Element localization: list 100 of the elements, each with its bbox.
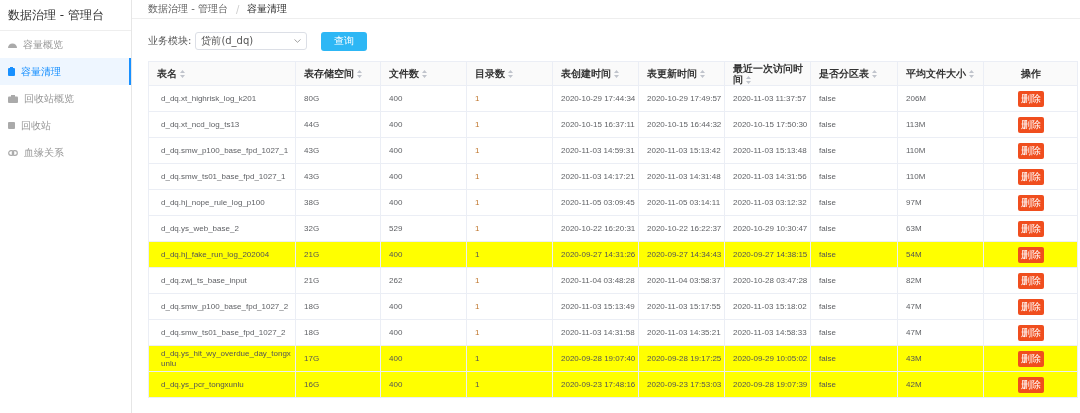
table-cell: 2020-10-29 10:30:47 — [724, 215, 811, 242]
table-cell: 2020-11-03 14:35:21 — [638, 319, 725, 346]
table-cell: 400 — [380, 111, 467, 138]
delete-button[interactable]: 删除 — [1017, 168, 1044, 185]
sort-icon[interactable] — [700, 70, 705, 78]
column-header[interactable]: 表创建时间 — [552, 61, 639, 86]
table-cell: 32G — [295, 215, 381, 242]
table-cell: 2020-09-23 17:48:16 — [552, 371, 639, 398]
table-cell: false — [810, 319, 898, 346]
delete-button[interactable]: 删除 — [1017, 272, 1044, 289]
table-cell: 2020-11-03 15:13:42 — [638, 137, 725, 164]
nav-item[interactable]: 血缘关系 — [0, 139, 131, 166]
table-cell: 1 — [466, 137, 553, 164]
table-cell: 43G — [295, 137, 381, 164]
table-cell: 18G — [295, 293, 381, 320]
table-cell: d_dq.zwj_ts_base_input — [148, 267, 296, 294]
table-cell: 1 — [466, 319, 553, 346]
table-cell: 113M — [897, 111, 984, 138]
column-header[interactable]: 表更新时间 — [638, 61, 725, 86]
nav-item[interactable]: 回收站 — [0, 112, 131, 139]
table-cell: false — [810, 345, 898, 372]
breadcrumb-item[interactable]: 数据治理 - 管理台 — [148, 2, 228, 16]
table-cell: 1 — [466, 111, 553, 138]
table-cell: 1 — [466, 293, 553, 320]
table-cell: 400 — [380, 293, 467, 320]
sort-icon[interactable] — [746, 75, 751, 84]
table-cell: 2020-09-23 17:53:03 — [638, 371, 725, 398]
table-cell: false — [810, 371, 898, 398]
app-title: 数据治理 - 管理台 — [0, 0, 131, 31]
delete-button[interactable]: 删除 — [1017, 142, 1044, 159]
table-cell: 2020-11-03 15:18:02 — [724, 293, 811, 320]
delete-button[interactable]: 删除 — [1017, 350, 1044, 367]
sort-icon[interactable] — [357, 70, 362, 78]
nav-item[interactable]: 容量概览 — [0, 31, 131, 58]
sort-icon[interactable] — [872, 70, 877, 78]
table-cell: 2020-09-27 14:34:43 — [638, 241, 725, 268]
sort-icon[interactable] — [969, 70, 974, 78]
column-header[interactable]: 文件数 — [380, 61, 467, 86]
table-cell: false — [810, 111, 898, 138]
table-cell: 47M — [897, 293, 984, 320]
delete-button[interactable]: 删除 — [1017, 298, 1044, 315]
delete-button[interactable]: 删除 — [1017, 116, 1044, 133]
nav-item[interactable]: 容量清理 — [0, 58, 131, 85]
table-cell: 2020-10-29 17:44:34 — [552, 85, 639, 112]
table-cell: 529 — [380, 215, 467, 242]
table-cell: 262 — [380, 267, 467, 294]
table-cell: 1 — [466, 85, 553, 112]
sort-icon[interactable] — [614, 70, 619, 78]
table-cell: false — [810, 267, 898, 294]
module-select[interactable]: 贷前(d_dq) — [195, 32, 308, 50]
table-cell: false — [810, 137, 898, 164]
delete-button[interactable]: 删除 — [1017, 376, 1044, 393]
link-icon — [8, 149, 18, 156]
table-cell: d_dq.smw_p100_base_fpd_1027_1 — [148, 137, 296, 164]
table-cell: 2020-10-29 17:49:57 — [638, 85, 725, 112]
query-button[interactable]: 查询 — [321, 31, 368, 51]
table-cell: 63M — [897, 215, 984, 242]
column-header[interactable]: 最近一次访问时间 — [724, 61, 811, 86]
sort-icon[interactable] — [422, 70, 427, 78]
table-cell: 1 — [466, 215, 553, 242]
column-header[interactable]: 平均文件大小 — [897, 61, 984, 86]
table-cell: 2020-11-03 15:13:48 — [724, 137, 811, 164]
column-header[interactable]: 是否分区表 — [810, 61, 898, 86]
delete-button[interactable]: 删除 — [1017, 194, 1044, 211]
table-cell: 2020-11-05 03:14:11 — [638, 189, 725, 216]
table-cell: 2020-11-03 03:12:32 — [724, 189, 811, 216]
table-cell: d_dq.xt_highrisk_log_k201 — [148, 85, 296, 112]
table-cell: 400 — [380, 189, 467, 216]
table-cell: 206M — [897, 85, 984, 112]
nav-item[interactable]: 回收站概览 — [0, 85, 131, 112]
table-cell: 21G — [295, 241, 381, 268]
sort-icon[interactable] — [508, 70, 513, 78]
table-cell: 2020-11-03 15:13:49 — [552, 293, 639, 320]
table-cell: 16G — [295, 371, 381, 398]
delete-button[interactable]: 删除 — [1017, 246, 1044, 263]
table-cell: 2020-11-03 15:17:55 — [638, 293, 725, 320]
sort-icon[interactable] — [180, 70, 185, 78]
column-header[interactable]: 目录数 — [466, 61, 553, 86]
table-cell: 43G — [295, 163, 381, 190]
table-cell: false — [810, 85, 898, 112]
table-cell: 2020-10-15 16:44:32 — [638, 111, 725, 138]
table-cell: 80G — [295, 85, 381, 112]
table-cell: d_dq.hj_nope_rule_log_p100 — [148, 189, 296, 216]
table-cell: 2020-11-03 14:31:48 — [638, 163, 725, 190]
delete-button[interactable]: 删除 — [1017, 90, 1044, 107]
table-cell: 400 — [380, 85, 467, 112]
table-cell: 2020-11-03 14:59:31 — [552, 137, 639, 164]
table-cell: 21G — [295, 267, 381, 294]
table-cell: 47M — [897, 319, 984, 346]
delete-button[interactable]: 删除 — [1017, 220, 1044, 237]
table-cell: false — [810, 215, 898, 242]
table-cell: false — [810, 189, 898, 216]
column-header[interactable]: 表存储空间 — [295, 61, 381, 86]
table-cell: 2020-11-03 14:31:56 — [724, 163, 811, 190]
table-cell: d_dq.smw_p100_base_fpd_1027_2 — [148, 293, 296, 320]
table-cell: 2020-10-15 16:37:11 — [552, 111, 639, 138]
table-cell: 2020-11-03 11:37:57 — [724, 85, 811, 112]
column-header[interactable]: 表名 — [148, 61, 296, 86]
table-cell: 2020-11-03 14:58:33 — [724, 319, 811, 346]
delete-button[interactable]: 删除 — [1017, 324, 1044, 341]
